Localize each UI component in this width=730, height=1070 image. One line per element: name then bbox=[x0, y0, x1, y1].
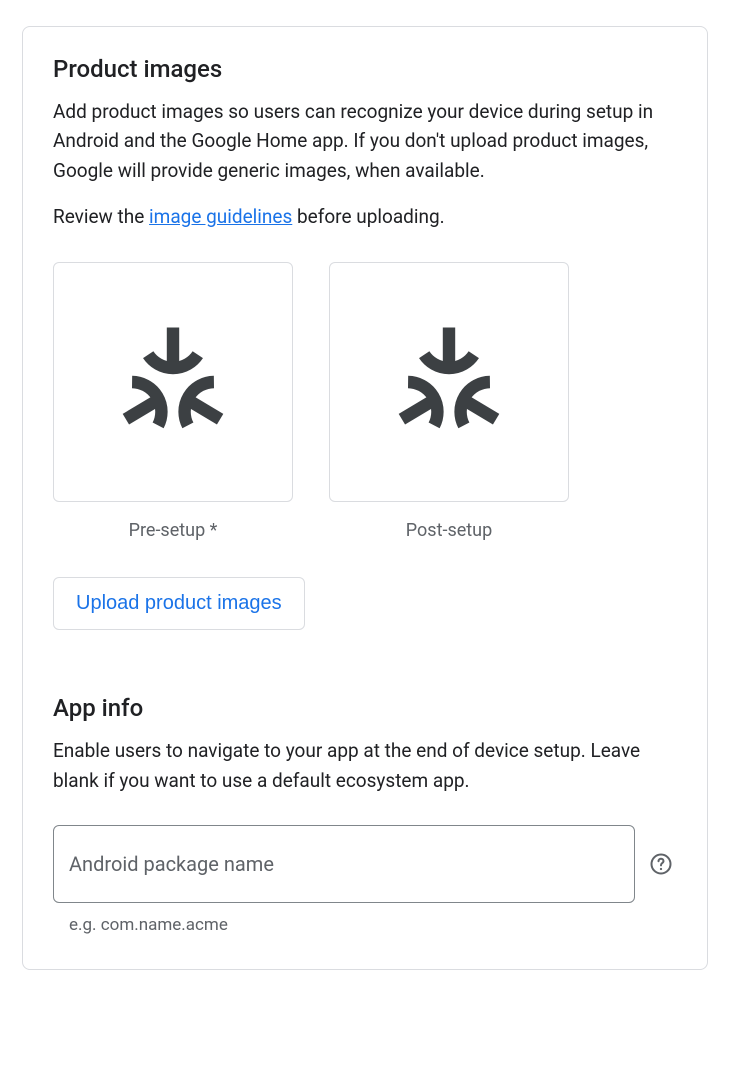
settings-card: Product images Add product images so use… bbox=[22, 26, 708, 970]
product-images-description: Add product images so users can recogniz… bbox=[53, 97, 677, 185]
matter-placeholder-icon bbox=[111, 320, 235, 444]
review-line: Review the image guidelines before uploa… bbox=[53, 205, 677, 228]
review-suffix: before uploading. bbox=[292, 205, 444, 228]
post-setup-image-box[interactable] bbox=[329, 262, 569, 502]
upload-product-images-button[interactable]: Upload product images bbox=[53, 577, 305, 630]
app-info-description: Enable users to navigate to your app at … bbox=[53, 736, 677, 795]
review-prefix: Review the bbox=[53, 205, 149, 228]
pre-setup-slot: Pre-setup * bbox=[53, 262, 293, 541]
matter-placeholder-icon bbox=[387, 320, 511, 444]
image-slots-row: Pre-setup * Post-setup bbox=[53, 262, 677, 541]
pre-setup-image-box[interactable] bbox=[53, 262, 293, 502]
app-info-title: App info bbox=[53, 694, 677, 722]
android-package-field: Android package name bbox=[53, 825, 635, 903]
image-guidelines-link[interactable]: image guidelines bbox=[149, 205, 292, 228]
post-setup-caption: Post-setup bbox=[406, 520, 492, 541]
product-images-title: Product images bbox=[53, 55, 677, 83]
android-package-input[interactable] bbox=[53, 825, 635, 903]
post-setup-slot: Post-setup bbox=[329, 262, 569, 541]
package-field-row: Android package name bbox=[53, 825, 677, 903]
android-package-hint: e.g. com.name.acme bbox=[69, 915, 677, 935]
pre-setup-caption: Pre-setup * bbox=[129, 520, 218, 541]
help-icon[interactable] bbox=[649, 852, 673, 876]
